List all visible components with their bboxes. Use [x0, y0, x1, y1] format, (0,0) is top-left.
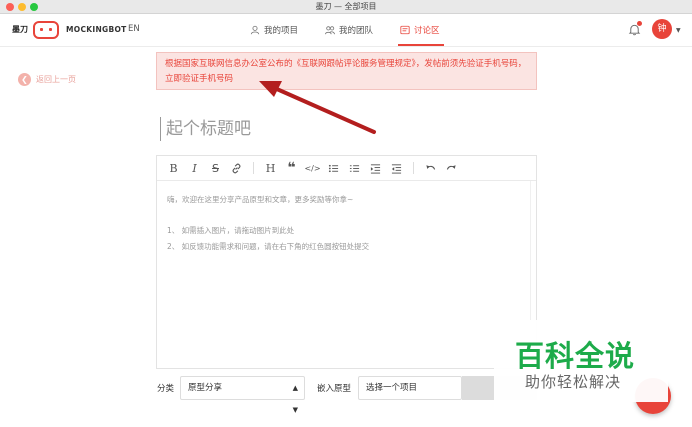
post-title-input[interactable]: 起个标题吧	[160, 117, 251, 141]
italic-button[interactable]: I	[184, 159, 205, 177]
editor-line: 2、 如反馈功能需求和问题，请在右下角的红色圆按钮处提交	[167, 242, 370, 251]
post-editor[interactable]: B I S H ❝ </> 嗨，欢迎在这里分享产品原型和文章，更多奖励等你拿~ …	[156, 155, 537, 369]
outdent-icon	[391, 163, 402, 174]
redo-icon	[446, 164, 456, 170]
back-arrow-icon: ❮	[18, 73, 31, 86]
annotation-arrow-icon	[259, 81, 376, 134]
language-switch[interactable]: EN	[128, 24, 140, 34]
brand-logo-icon[interactable]	[33, 21, 59, 39]
undo-button[interactable]	[420, 159, 441, 177]
avatar[interactable]: 钟	[652, 19, 672, 39]
back-link-label: 返回上一页	[36, 75, 76, 84]
project-select-value: 选择一个项目	[366, 383, 418, 393]
team-icon	[325, 26, 335, 35]
chevron-down-icon[interactable]: ▼	[676, 27, 681, 34]
category-select[interactable]: 原型分享 ▲ ▼	[180, 376, 305, 414]
bullet-list-button[interactable]	[323, 159, 344, 177]
editor-line: 嗨，欢迎在这里分享产品原型和文章，更多奖励等你拿~	[167, 195, 354, 204]
user-icon	[250, 25, 260, 35]
watermark-subtitle: 助你轻松解决	[525, 373, 622, 391]
nav-my-team-label: 我的团队	[339, 26, 374, 36]
nav-my-projects[interactable]: 我的项目	[250, 24, 298, 36]
indent-button[interactable]	[365, 159, 386, 177]
project-select[interactable]: 选择一个项目	[358, 376, 462, 400]
link-button[interactable]	[226, 159, 247, 177]
bold-button[interactable]: B	[163, 159, 184, 177]
editor-toolbar: B I S H ❝ </>	[157, 156, 536, 181]
notification-dot	[637, 21, 642, 26]
brand-name[interactable]: MOCKINGBOT	[66, 25, 127, 34]
watermark-title: 百科全说	[515, 339, 636, 373]
embed-prototype-label: 嵌入原型	[317, 384, 352, 394]
link-icon	[232, 163, 241, 173]
nav-discussion[interactable]: 讨论区	[400, 24, 440, 36]
ordered-list-icon	[349, 164, 360, 172]
toolbar-divider	[253, 162, 254, 174]
undo-icon	[426, 164, 436, 170]
watermark: 百科全说 助你轻松解决	[494, 320, 668, 402]
nav-active-indicator	[398, 44, 444, 46]
editor-line: 1、 如需插入图片，请拖动图片到此处	[167, 226, 295, 235]
category-label: 分类	[157, 384, 175, 394]
redo-button[interactable]	[441, 159, 462, 177]
nav-my-projects-label: 我的项目	[264, 26, 299, 36]
bullet-list-icon	[328, 164, 339, 172]
back-link[interactable]: ❮ 返回上一页	[18, 73, 76, 86]
ordered-list-button[interactable]	[344, 159, 365, 177]
nav-discussion-label: 讨论区	[414, 26, 440, 36]
heading-button[interactable]: H	[260, 159, 281, 177]
nav-my-team[interactable]: 我的团队	[325, 24, 373, 36]
top-header: 墨刀 MOCKINGBOT EN 我的项目 我的团队 讨论区 钟 ▼	[0, 15, 692, 47]
editor-content[interactable]: 嗨，欢迎在这里分享产品原型和文章，更多奖励等你拿~ 1、 如需插入图片，请拖动图…	[167, 192, 369, 255]
toolbar-divider	[413, 162, 414, 174]
brand-cn-name[interactable]: 墨刀	[12, 24, 28, 35]
discussion-icon	[400, 25, 410, 35]
select-arrows-icon: ▲ ▼	[292, 384, 298, 414]
code-button[interactable]: </>	[302, 159, 323, 177]
quote-button[interactable]: ❝	[281, 159, 302, 177]
category-select-value: 原型分享	[188, 383, 223, 393]
indent-icon	[370, 163, 381, 174]
strikethrough-button[interactable]: S	[205, 159, 226, 177]
outdent-button[interactable]	[386, 159, 407, 177]
window-titlebar: 墨刀 — 全部项目	[0, 0, 692, 14]
window-title: 墨刀 — 全部项目	[315, 2, 377, 11]
